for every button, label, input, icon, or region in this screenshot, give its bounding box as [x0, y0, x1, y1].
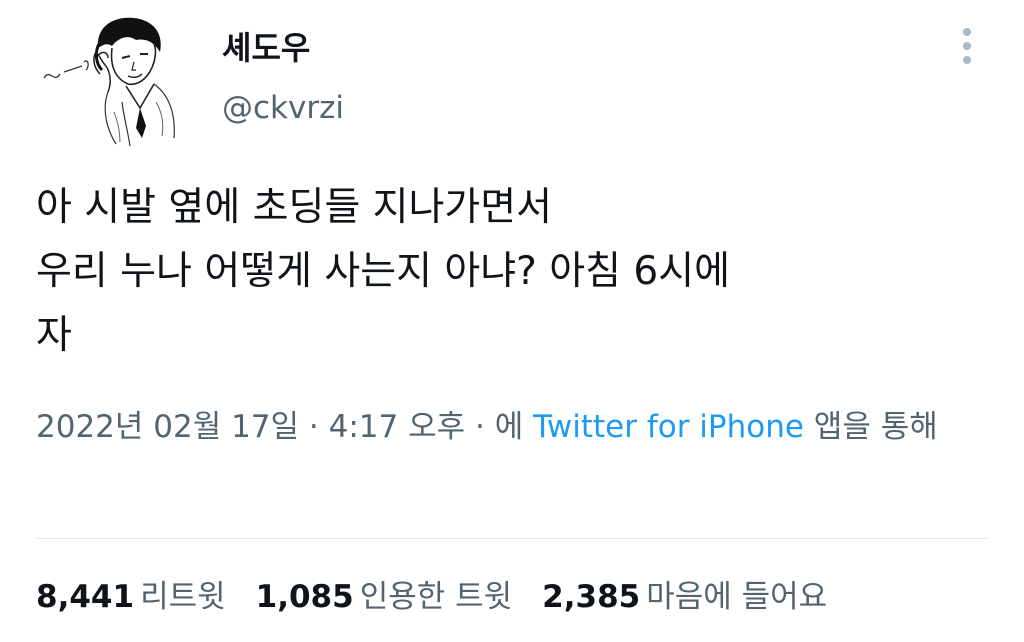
sketch-portrait-icon [43, 17, 175, 147]
tweet-text: 아 시발 옆에 초딩들 지나가면서 우리 누나 어떻게 사는지 아냐? 아침 6… [36, 185, 730, 358]
tweet-stats: 8,441 리트윗 1,085 인용한 트윗 2,385 마음에 들어요 [36, 572, 857, 622]
divider [36, 538, 988, 539]
source-link[interactable]: Twitter for iPhone [533, 409, 804, 445]
display-name[interactable]: 셰도우 [222, 28, 310, 68]
more-vertical-icon [963, 28, 971, 64]
retweets-label: 리트윗 [140, 579, 226, 615]
meta-separator: · [465, 409, 495, 445]
avatar[interactable] [36, 12, 200, 150]
likes-count: 2,385 [542, 579, 641, 615]
tweet-time[interactable]: 4:17 오후 [329, 409, 466, 445]
likes-label: 마음에 들어요 [646, 579, 828, 615]
user-handle[interactable]: @ckvrzi [222, 88, 344, 128]
meta-separator: · [299, 409, 329, 445]
likes-stat[interactable]: 2,385 마음에 들어요 [542, 572, 827, 622]
via-suffix: 앱을 통해 [803, 409, 938, 445]
tweet-meta: 2022년 02월 17일 · 4:17 오후 · 에 Twitter for … [36, 400, 986, 454]
quotes-label: 인용한 트윗 [359, 579, 513, 615]
retweets-stat[interactable]: 8,441 리트윗 [36, 572, 226, 622]
quotes-stat[interactable]: 1,085 인용한 트윗 [256, 572, 513, 622]
via-prefix: 에 [494, 409, 534, 445]
retweets-count: 8,441 [36, 579, 135, 615]
quotes-count: 1,085 [255, 579, 354, 615]
more-options-button[interactable] [950, 26, 984, 70]
tweet-date[interactable]: 2022년 02월 17일 [36, 409, 299, 445]
